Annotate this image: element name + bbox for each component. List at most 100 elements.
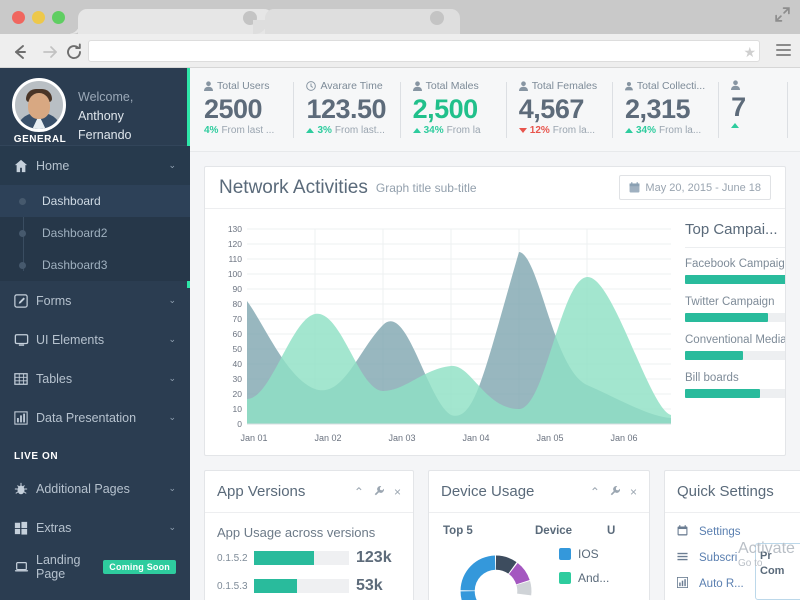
stat-title [731, 80, 774, 90]
home-icon [14, 159, 36, 173]
monitor-icon [14, 333, 36, 347]
legend-item[interactable]: And... [559, 571, 609, 585]
stat-card-total-males[interactable]: Total Males 2,500 34% From la [413, 80, 507, 140]
collapse-icon[interactable]: ⌃ [590, 485, 600, 499]
wrench-icon[interactable] [373, 485, 385, 497]
sidebar-item-forms[interactable]: Forms ⌄ [0, 281, 190, 320]
donut-chart[interactable] [441, 547, 551, 600]
device-usage-body: Top 5 Device U [429, 513, 649, 600]
chevron-down-icon: ⌄ [168, 295, 176, 306]
svg-text:Jan 02: Jan 02 [314, 433, 341, 443]
reload-icon[interactable] [64, 42, 84, 62]
windows-icon [14, 521, 36, 535]
progress-track [685, 351, 786, 360]
trend-up-icon [731, 123, 739, 128]
chevron-down-icon: ⌄ [168, 522, 176, 533]
trend-down-icon [519, 128, 527, 133]
area-chart[interactable]: 130 120 110 100 90 80 70 60 50 40 30 20 … [205, 209, 675, 456]
campaign-row[interactable]: Bill boards [685, 372, 786, 398]
quick-settings-label: Subscri [699, 552, 737, 564]
campaign-row[interactable]: Conventional Media [685, 334, 786, 360]
stat-value: 7 [731, 92, 774, 122]
panel-subtitle: Graph title sub-title [376, 181, 477, 195]
sidebar-subitem-dashboard2[interactable]: Dashboard2 [0, 217, 190, 249]
column-header-device: Device [535, 525, 607, 537]
welcome-text: Welcome, [78, 88, 178, 107]
svg-text:40: 40 [233, 359, 243, 369]
address-bar[interactable] [88, 40, 760, 62]
promo-line-2: Com [760, 564, 800, 579]
stat-title-text: Total Females [532, 80, 597, 92]
minimize-window-button[interactable] [32, 11, 45, 24]
date-range-picker[interactable]: May 20, 2015 - June 18 [619, 175, 771, 200]
stat-percent: 12% [530, 125, 550, 136]
stat-foot-text: From last... [335, 125, 385, 136]
laptop-icon [14, 560, 36, 574]
close-icon[interactable]: × [630, 485, 637, 499]
close-icon[interactable]: × [394, 485, 401, 499]
campaign-row[interactable]: Twitter Campaign [685, 296, 786, 322]
back-arrow-icon[interactable] [10, 42, 30, 62]
sidebar-item-home[interactable]: Home ⌄ [0, 146, 190, 185]
sidebar-item-tables[interactable]: Tables ⌄ [0, 359, 190, 398]
bookmark-star-icon[interactable]: ★ [743, 44, 756, 61]
sidebar-item-ui-elements[interactable]: UI Elements ⌄ [0, 320, 190, 359]
svg-text:Jan 06: Jan 06 [610, 433, 637, 443]
stat-card-partial[interactable]: 7 [731, 80, 788, 140]
wrench-icon[interactable] [609, 485, 621, 497]
sidebar-item-ui-elements-label: UI Elements [36, 333, 168, 347]
user-icon [204, 81, 213, 91]
avatar [12, 78, 66, 132]
svg-text:Jan 05: Jan 05 [536, 433, 563, 443]
avatar-wrapper: GENERAL [12, 78, 66, 132]
collapse-icon[interactable]: ⌃ [354, 485, 364, 499]
stat-footer: 4% From last ... [204, 125, 280, 136]
stat-percent: 34% [424, 125, 444, 136]
promo-box[interactable]: Pr Com [755, 543, 800, 600]
browser-toolbar: ★ [0, 34, 800, 68]
sidebar-item-additional-pages[interactable]: Additional Pages ⌄ [0, 469, 190, 508]
stat-card-total-users[interactable]: Total Users 2500 4% From last ... [204, 80, 294, 140]
progress-fill [685, 389, 760, 398]
sidebar-profile[interactable]: GENERAL Welcome, Anthony Fernando [0, 68, 190, 146]
tab-2-close-icon[interactable] [430, 11, 444, 25]
stat-card-average-time[interactable]: Avarare Time 123.50 3% From last... [306, 80, 400, 140]
maximize-window-button[interactable] [52, 11, 65, 24]
fullscreen-icon[interactable] [774, 6, 791, 23]
user-icon [625, 81, 633, 91]
forward-arrow-icon[interactable] [39, 42, 59, 62]
quick-settings-title: Quick Settings [677, 483, 774, 500]
column-header-users: U [607, 525, 635, 537]
calendar-icon [629, 182, 640, 193]
sidebar-subitem-dashboard[interactable]: Dashboard [0, 185, 190, 217]
legend-item[interactable]: IOS [559, 547, 609, 561]
version-value: 123k [356, 549, 392, 567]
sidebar-item-data-presentation-label: Data Presentation [36, 411, 168, 425]
window-controls[interactable] [12, 11, 65, 24]
stat-card-total-collections[interactable]: Total Collecti... 2,315 34% From la... [625, 80, 719, 140]
progress-fill [685, 351, 743, 360]
svg-text:10: 10 [233, 404, 243, 414]
sidebar-subitem-dashboard2-label: Dashboard2 [42, 226, 107, 240]
version-label: 0.1.5.3 [217, 581, 247, 592]
column-header-top5: Top 5 [443, 525, 535, 537]
app-versions-header: App Versions ⌃ × [205, 471, 413, 513]
stat-card-total-females[interactable]: Total Females 4,567 12% From la... [519, 80, 613, 140]
sidebar-section-label: LIVE ON [0, 437, 190, 469]
sidebar-subitem-dashboard3[interactable]: Dashboard3 [0, 249, 190, 281]
user-icon [731, 80, 740, 90]
sidebar-item-landing-page[interactable]: Landing Page Coming Soon [0, 547, 190, 586]
trend-up-icon [413, 128, 421, 133]
close-window-button[interactable] [12, 11, 25, 24]
sidebar-item-extras[interactable]: Extras ⌄ [0, 508, 190, 547]
campaign-row[interactable]: Facebook Campaign [685, 258, 786, 284]
legend-swatch [559, 572, 571, 584]
svg-text:Jan 01: Jan 01 [240, 433, 267, 443]
browser-menu-icon[interactable] [776, 44, 791, 59]
user-icon [519, 81, 528, 91]
sidebar-item-data-presentation[interactable]: Data Presentation ⌄ [0, 398, 190, 437]
quick-settings-row-settings[interactable]: Settings [677, 525, 800, 539]
stat-value: 4,567 [519, 94, 599, 124]
stat-foot-text: From last ... [221, 125, 274, 136]
svg-text:130: 130 [228, 224, 242, 234]
